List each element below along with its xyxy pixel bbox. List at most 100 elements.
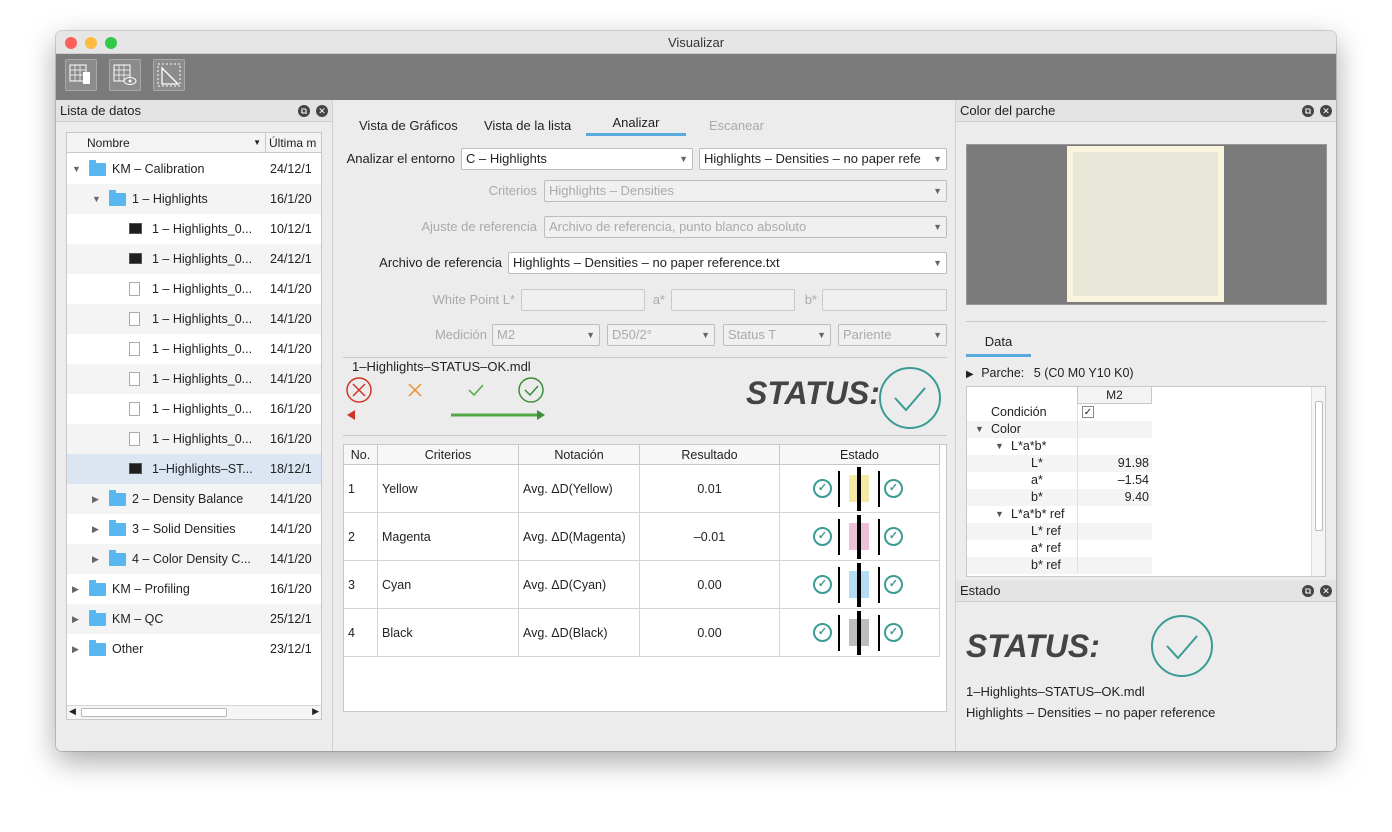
expand-arrow-icon[interactable]: ▶ — [92, 514, 99, 544]
analyze-button[interactable] — [153, 59, 185, 91]
close-panel-icon[interactable]: ✕ — [316, 105, 328, 117]
tree-item-date: 24/12/1 — [270, 252, 312, 266]
tree-row[interactable]: ▶ KM – Profiling 16/1/20 — [67, 574, 321, 604]
property-row[interactable]: L* ref — [967, 523, 1152, 540]
property-name: L* ref — [1031, 524, 1061, 538]
close-panel-icon[interactable]: ✕ — [1320, 105, 1332, 117]
env-select[interactable]: C – Highlights ▼ — [461, 148, 693, 170]
tree-row[interactable]: 1 – Highlights_0... 14/1/20 — [67, 334, 321, 364]
expand-arrow-icon[interactable]: ▶ — [72, 634, 79, 664]
column-separator — [1077, 489, 1078, 506]
white-point-l-input — [521, 289, 645, 311]
close-panel-icon[interactable]: ✕ — [1320, 585, 1332, 597]
tree-row[interactable]: 1 – Highlights_0... 16/1/20 — [67, 424, 321, 454]
collapse-arrow-icon[interactable]: ▼ — [995, 506, 1004, 523]
minimize-window-button[interactable] — [85, 37, 97, 49]
zoom-window-button[interactable] — [105, 37, 117, 49]
ref-file-select[interactable]: Highlights – Densities – no paper refere… — [508, 252, 947, 274]
float-panel-icon[interactable]: ⧉ — [298, 105, 310, 117]
expand-arrow-icon[interactable]: ▶ — [966, 369, 974, 380]
horizontal-scrollbar[interactable]: ◀ ▶ — [67, 705, 321, 719]
tree-item-date: 14/1/20 — [270, 522, 312, 536]
tree-row[interactable]: 1 – Highlights_0... 14/1/20 — [67, 274, 321, 304]
expand-arrow-icon[interactable]: ▶ — [92, 544, 99, 574]
collapse-arrow-icon[interactable]: ▼ — [72, 154, 81, 184]
ref-file-value: Highlights – Densities – no paper refere… — [513, 255, 780, 270]
data-tree[interactable]: Nombre ▼ Última m ▼ KM – Calibration 24/12… — [66, 132, 322, 720]
collapse-arrow-icon[interactable]: ▼ — [92, 184, 101, 214]
scroll-left-icon[interactable]: ◀ — [69, 706, 76, 717]
tree-item-name: KM – Calibration — [112, 162, 205, 176]
collapse-arrow-icon[interactable]: ▼ — [995, 438, 1004, 455]
scroll-right-icon[interactable]: ▶ — [312, 706, 319, 717]
column-date-header[interactable]: Última m — [265, 133, 321, 153]
folder-icon — [89, 640, 106, 656]
property-name: L*a*b* ref — [1011, 507, 1065, 521]
folder-icon — [109, 490, 126, 506]
tree-row[interactable]: ▼ KM – Calibration 24/12/1 — [67, 154, 321, 184]
tree-row[interactable]: ▶ KM – QC 25/12/1 — [67, 604, 321, 634]
col-result-header: Resultado — [640, 445, 780, 465]
chevron-down-icon: ▼ — [679, 154, 688, 164]
tolerance-bar — [878, 615, 880, 651]
property-row[interactable]: a* –1.54 — [967, 472, 1152, 489]
property-row[interactable]: b* ref — [967, 557, 1152, 574]
float-panel-icon[interactable]: ⧉ — [1302, 585, 1314, 597]
white-point-a-input — [671, 289, 795, 311]
row-number: 3 — [344, 561, 378, 609]
scrollbar-thumb[interactable] — [81, 708, 227, 717]
tree-row[interactable]: ▶ 2 – Density Balance 14/1/20 — [67, 484, 321, 514]
document-icon — [129, 342, 140, 356]
property-row[interactable]: b* 9.40 — [967, 489, 1152, 506]
measure-device-button[interactable] — [65, 59, 97, 91]
property-row[interactable]: ▼ L*a*b* ref — [967, 506, 1152, 523]
tree-item-name: 4 – Color Density C... — [132, 552, 251, 566]
view-chart-button[interactable] — [109, 59, 141, 91]
close-window-button[interactable] — [65, 37, 77, 49]
results-table: No. Criterios Notación Resultado Estado … — [343, 444, 947, 712]
property-row[interactable]: ▼ L*a*b* — [967, 438, 1152, 455]
column-name-header[interactable]: Nombre ▼ — [67, 133, 265, 153]
patch-row[interactable]: ▶ Parche: 5 (C0 M0 Y10 K0) — [966, 366, 1134, 380]
tree-row[interactable]: ▼ 1 – Highlights 16/1/20 — [67, 184, 321, 214]
tree-item-date: 14/1/20 — [270, 492, 312, 506]
float-panel-icon[interactable]: ⧉ — [1302, 105, 1314, 117]
property-row[interactable]: L* 91.98 — [967, 455, 1152, 472]
panel-title: Lista de datos — [60, 103, 141, 118]
collapse-arrow-icon[interactable]: ▼ — [975, 421, 984, 438]
density-status-value: Status T — [728, 327, 777, 342]
tree-row[interactable]: ▶ 4 – Color Density C... 14/1/20 — [67, 544, 321, 574]
col-m2-header: M2 — [1077, 387, 1152, 404]
tree-item-date: 16/1/20 — [270, 402, 312, 416]
tree-row[interactable]: 1 – Highlights_0... 14/1/20 — [67, 364, 321, 394]
tree-row[interactable]: 1 – Highlights_0... 24/12/1 — [67, 244, 321, 274]
value-marker — [857, 563, 861, 607]
expand-arrow-icon[interactable]: ▶ — [92, 484, 99, 514]
tab-data[interactable]: Data — [966, 331, 1031, 357]
env-config-select[interactable]: Highlights – Densities – no paper refe ▼ — [699, 148, 947, 170]
row-criteria: Cyan — [378, 561, 519, 609]
tree-row[interactable]: ▶ Other 23/12/1 — [67, 634, 321, 664]
condition-checkbox[interactable]: ✓ — [1082, 406, 1094, 418]
tree-row[interactable]: ▶ 3 – Solid Densities 14/1/20 — [67, 514, 321, 544]
density-status-select: Status T ▼ — [723, 324, 831, 346]
column-separator — [1077, 523, 1078, 540]
property-row[interactable]: a* ref — [967, 540, 1152, 557]
vertical-scrollbar[interactable] — [1311, 387, 1325, 576]
tab-analyze[interactable]: Analizar — [586, 110, 686, 136]
tree-row[interactable]: 1 – Highlights_0... 14/1/20 — [67, 304, 321, 334]
property-row[interactable]: Condición ✓ — [967, 404, 1152, 421]
tree-row[interactable]: 1–Highlights–ST... 18/12/1 — [67, 454, 321, 484]
window-title: Visualizar — [667, 35, 725, 50]
property-row[interactable]: ▼ Color — [967, 421, 1152, 438]
tab-list[interactable]: Vista de la lista — [484, 113, 571, 139]
ok-check-icon: ✓ — [884, 527, 903, 546]
tree-row[interactable]: 1 – Highlights_0... 10/12/1 — [67, 214, 321, 244]
expand-arrow-icon[interactable]: ▶ — [72, 604, 79, 634]
measurement-label: Medición — [434, 327, 487, 342]
expand-arrow-icon[interactable]: ▶ — [72, 574, 79, 604]
scrollbar-thumb[interactable] — [1315, 401, 1323, 531]
tree-row[interactable]: 1 – Highlights_0... 16/1/20 — [67, 394, 321, 424]
tab-graphics[interactable]: Vista de Gráficos — [359, 113, 458, 139]
col-status-header: Estado — [780, 445, 940, 465]
